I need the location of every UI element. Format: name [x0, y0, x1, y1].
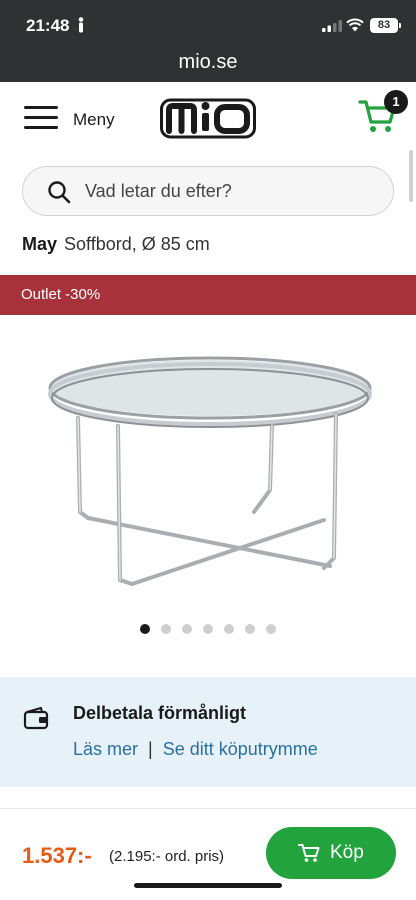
page-scrollbar[interactable]	[409, 150, 413, 202]
cart-count-badge[interactable]: 1	[384, 90, 408, 114]
buy-label: Köp	[330, 842, 364, 863]
product-image[interactable]	[40, 340, 380, 595]
menu-icon[interactable]	[24, 104, 60, 130]
carousel-dot[interactable]	[140, 624, 150, 634]
mio-logo[interactable]	[160, 96, 256, 140]
carousel-dot[interactable]	[182, 624, 192, 634]
outlet-badge: Outlet -30%	[0, 275, 416, 315]
menu-label[interactable]: Meny	[73, 110, 115, 130]
finance-title: Delbetala förmånligt	[73, 703, 247, 723]
battery-icon: 83	[370, 18, 401, 33]
purchase-capacity-link[interactable]: Se ditt köputrymme	[163, 739, 318, 759]
url-text: mio.se	[178, 51, 238, 73]
ordinary-price: (2.195:- ord. pris)	[109, 848, 225, 865]
carousel-dot[interactable]	[266, 624, 276, 634]
product-name: May	[22, 234, 58, 254]
url-bar[interactable]: mio.se	[0, 50, 416, 82]
carousel-dot[interactable]	[224, 624, 234, 634]
finance-info-box: Delbetala förmånligt Läs mer | Se ditt köp…	[0, 677, 416, 787]
carousel-dot[interactable]	[203, 624, 213, 634]
site-header: Meny	[0, 82, 416, 158]
carousel-dot[interactable]	[161, 624, 171, 634]
price: 1.537:-	[22, 843, 92, 868]
signal-icon	[322, 20, 342, 32]
buy-button[interactable]: Köp	[266, 827, 396, 879]
link-separator: |	[148, 739, 153, 759]
wifi-icon	[346, 18, 364, 32]
status-bar: 21:48 83	[0, 0, 416, 50]
status-time: 21:48	[26, 16, 70, 35]
home-indicator[interactable]	[134, 883, 282, 888]
search-icon	[48, 181, 71, 204]
wallet-icon	[23, 707, 49, 730]
search-bar[interactable]	[22, 166, 394, 216]
product-title: May Soffbord, Ø 85 cm	[22, 234, 210, 255]
person-icon	[78, 17, 84, 33]
cart-icon	[298, 844, 320, 862]
finance-links: Läs mer | Se ditt köputrymme	[73, 739, 318, 760]
carousel-dot[interactable]	[245, 624, 255, 634]
read-more-link[interactable]: Läs mer	[73, 739, 138, 759]
product-subtitle: Soffbord, Ø 85 cm	[64, 234, 210, 254]
search-input[interactable]	[85, 167, 375, 215]
